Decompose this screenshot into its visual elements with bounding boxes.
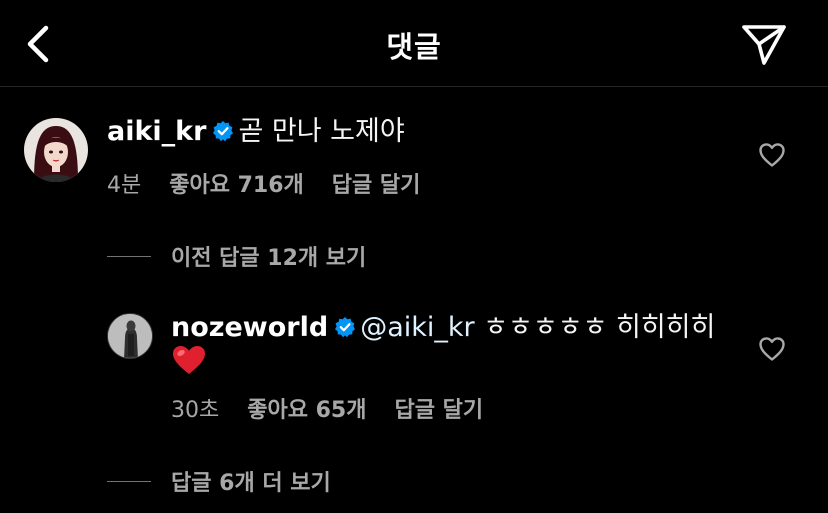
avatar[interactable] — [24, 118, 88, 182]
heart-icon — [759, 337, 785, 361]
red-heart-emoji-icon — [173, 346, 205, 374]
avatar-image — [108, 314, 152, 358]
like-button[interactable] — [758, 336, 786, 362]
verified-badge-icon — [334, 313, 356, 347]
likes-count[interactable]: 좋아요 65개 — [247, 398, 366, 423]
mention-link[interactable]: @aiki_kr — [360, 312, 474, 343]
paper-plane-icon — [742, 25, 786, 65]
reply-emoji — [171, 342, 207, 385]
view-more-label: 답글 6개 더 보기 — [171, 471, 331, 496]
reply-username[interactable]: nozeworld — [171, 312, 328, 343]
comment-text: 곧 만나 노제야 — [238, 116, 405, 147]
avatar-image — [24, 118, 88, 182]
like-button[interactable] — [758, 142, 786, 168]
reply-meta: 30초 좋아요 65개 답글 달기 — [171, 392, 483, 424]
comment-username[interactable]: aiki_kr — [107, 116, 206, 147]
page-title: 댓글 — [386, 30, 442, 64]
view-previous-label: 이전 답글 12개 보기 — [171, 246, 367, 271]
verified-badge-icon — [212, 117, 234, 151]
view-more-replies[interactable]: 답글 6개 더 보기 — [107, 465, 331, 497]
header-bar: 댓글 — [0, 0, 828, 87]
reply-button[interactable]: 답글 달기 — [394, 398, 483, 423]
reply-timestamp: 30초 — [171, 398, 220, 423]
reply-line: nozeworld @aiki_kr ㅎㅎㅎㅎㅎ 히히히히 — [171, 311, 715, 347]
likes-count[interactable]: 좋아요 716개 — [169, 173, 304, 198]
divider-line — [107, 480, 151, 482]
comment-meta: 4분 좋아요 716개 답글 달기 — [107, 167, 420, 199]
divider-line — [107, 255, 151, 257]
comment-line: aiki_kr 곧 만나 노제야 — [107, 115, 405, 151]
heart-icon — [759, 143, 785, 167]
share-button[interactable] — [740, 21, 788, 67]
reply-button[interactable]: 답글 달기 — [332, 173, 421, 198]
comment-timestamp: 4분 — [107, 173, 142, 198]
view-previous-replies[interactable]: 이전 답글 12개 보기 — [107, 240, 366, 272]
reply-text: ㅎㅎㅎㅎㅎ 히히히히 — [474, 312, 716, 343]
avatar[interactable] — [107, 313, 153, 359]
